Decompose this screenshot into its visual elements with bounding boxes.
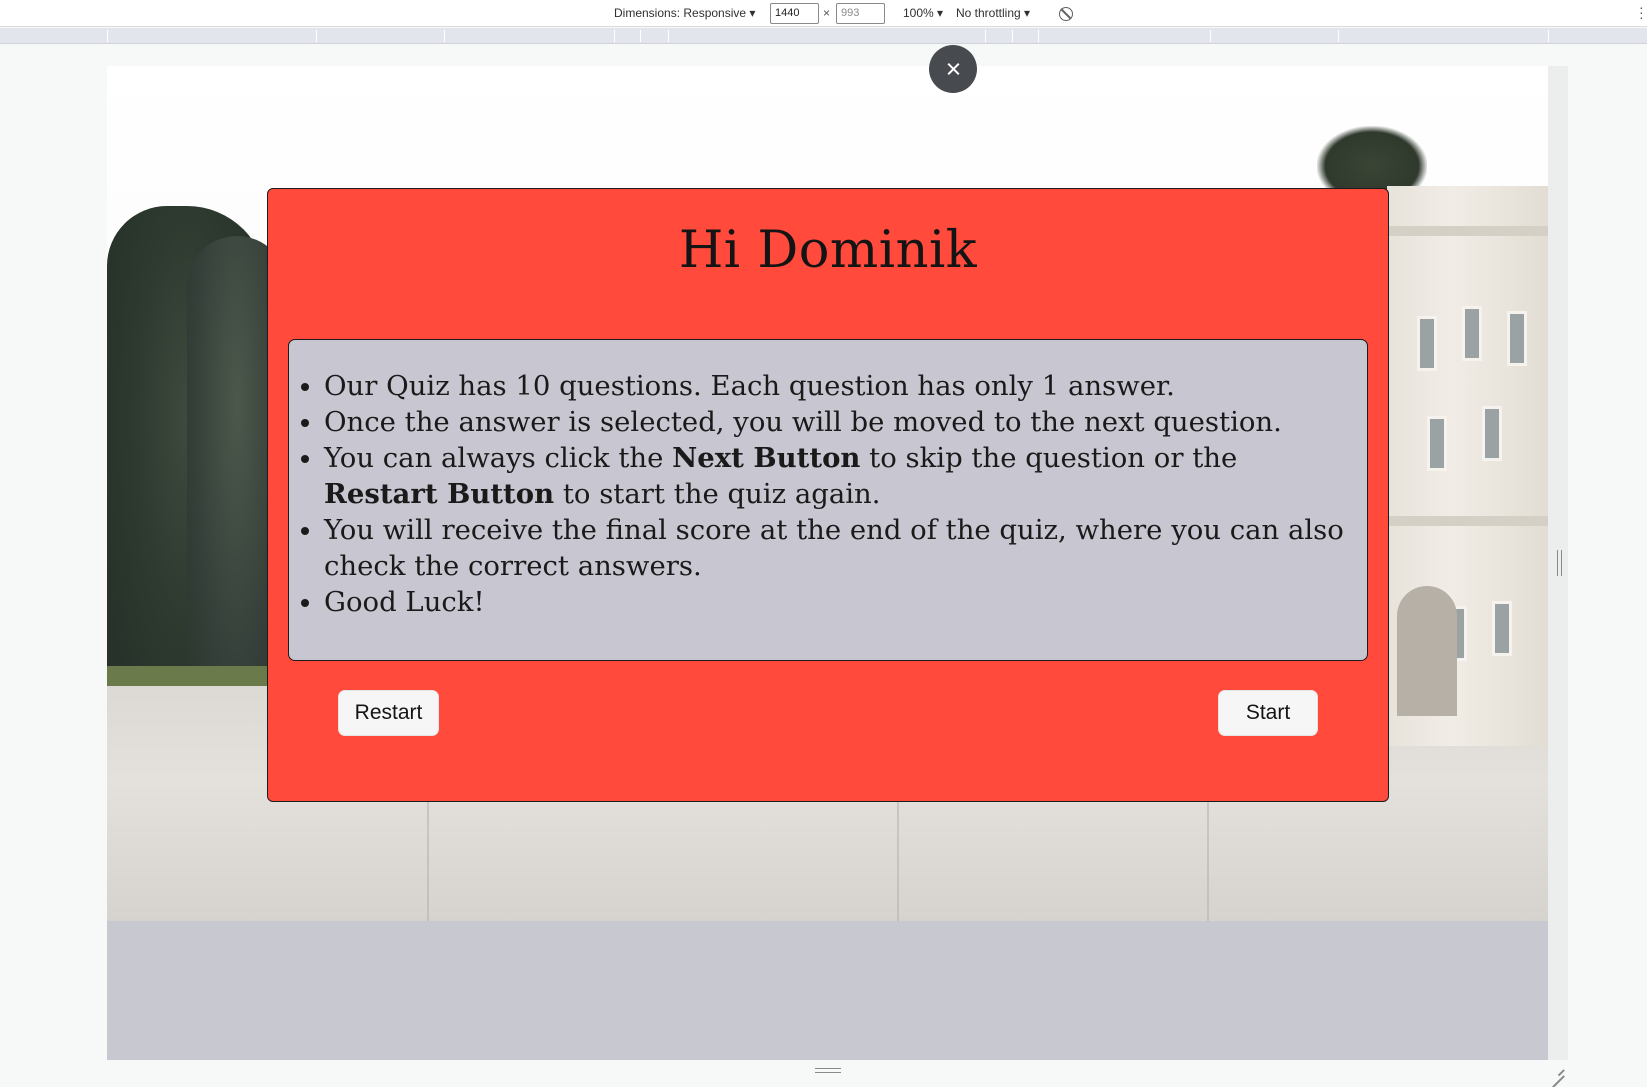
building-window — [1482, 406, 1502, 461]
ruler-tick — [985, 30, 986, 42]
building-ledge — [1387, 516, 1548, 526]
ruler-tick — [1210, 30, 1211, 42]
building-ledge — [1387, 226, 1548, 236]
restart-button-mention: Restart Button — [324, 478, 555, 510]
rotate-icon[interactable] — [1059, 7, 1073, 21]
restart-button[interactable]: Restart — [338, 690, 439, 736]
next-button-mention: Next Button — [672, 442, 861, 474]
ruler-tick — [668, 30, 669, 42]
rule-text: to start the quiz again. — [554, 478, 881, 510]
resize-handle-bottom[interactable] — [815, 1068, 841, 1073]
ruler-tick — [444, 30, 445, 42]
throttling-dropdown[interactable]: No throttling ▾ — [956, 0, 1030, 27]
resize-handle-corner[interactable] — [1550, 1062, 1564, 1076]
rules-list: Our Quiz has 10 questions. Each question… — [289, 340, 1367, 620]
rule-item: Once the answer is selected, you will be… — [324, 404, 1347, 440]
palace-building — [1387, 186, 1548, 746]
more-vert-icon[interactable]: · · · — [1639, 0, 1644, 24]
building-arch — [1397, 586, 1457, 716]
building-window — [1427, 416, 1447, 471]
rule-item: Good Luck! — [324, 584, 1347, 620]
rules-box: Our Quiz has 10 questions. Each question… — [288, 339, 1368, 661]
building-window — [1507, 311, 1527, 366]
rule-text: to skip the question or the — [860, 442, 1238, 474]
close-icon[interactable] — [929, 45, 977, 93]
resize-handle-right[interactable] — [1557, 550, 1562, 576]
ruler-tick — [614, 30, 615, 42]
ruler-tick — [1038, 30, 1039, 42]
dimensions-dropdown[interactable]: Dimensions: Responsive ▾ — [614, 0, 755, 27]
dimensions-times-sign: × — [823, 6, 831, 20]
viewport-width-input[interactable]: 1440 — [770, 3, 819, 24]
rule-text: You can always click the — [324, 442, 673, 474]
quiz-rules-modal: Hi Dominik Our Quiz has 10 questions. Ea… — [267, 188, 1389, 802]
ruler-tick — [640, 30, 641, 42]
rule-item: You will receive the final score at the … — [324, 512, 1347, 584]
zoom-dropdown[interactable]: 100% ▾ — [903, 0, 943, 27]
ruler-tick — [1548, 30, 1549, 42]
rule-item: You can always click the Next Button to … — [324, 440, 1347, 512]
media-query-ruler[interactable] — [0, 28, 1647, 44]
viewport-height-input[interactable]: 993 — [836, 3, 885, 24]
emulated-viewport: Hi Dominik Our Quiz has 10 questions. Ea… — [107, 66, 1548, 1060]
ruler-tick — [1338, 30, 1339, 42]
ruler-tick — [1012, 30, 1013, 42]
start-button[interactable]: Start — [1218, 690, 1318, 736]
rule-item: Our Quiz has 10 questions. Each question… — [324, 368, 1347, 404]
building-window — [1462, 306, 1482, 361]
ruler-tick — [316, 30, 317, 42]
ruler-tick — [107, 30, 108, 42]
modal-title: Hi Dominik — [678, 221, 978, 280]
building-window — [1492, 601, 1512, 656]
building-window — [1417, 316, 1437, 371]
devtools-device-toolbar: Dimensions: Responsive ▾ 1440 × 993 100%… — [0, 0, 1647, 27]
